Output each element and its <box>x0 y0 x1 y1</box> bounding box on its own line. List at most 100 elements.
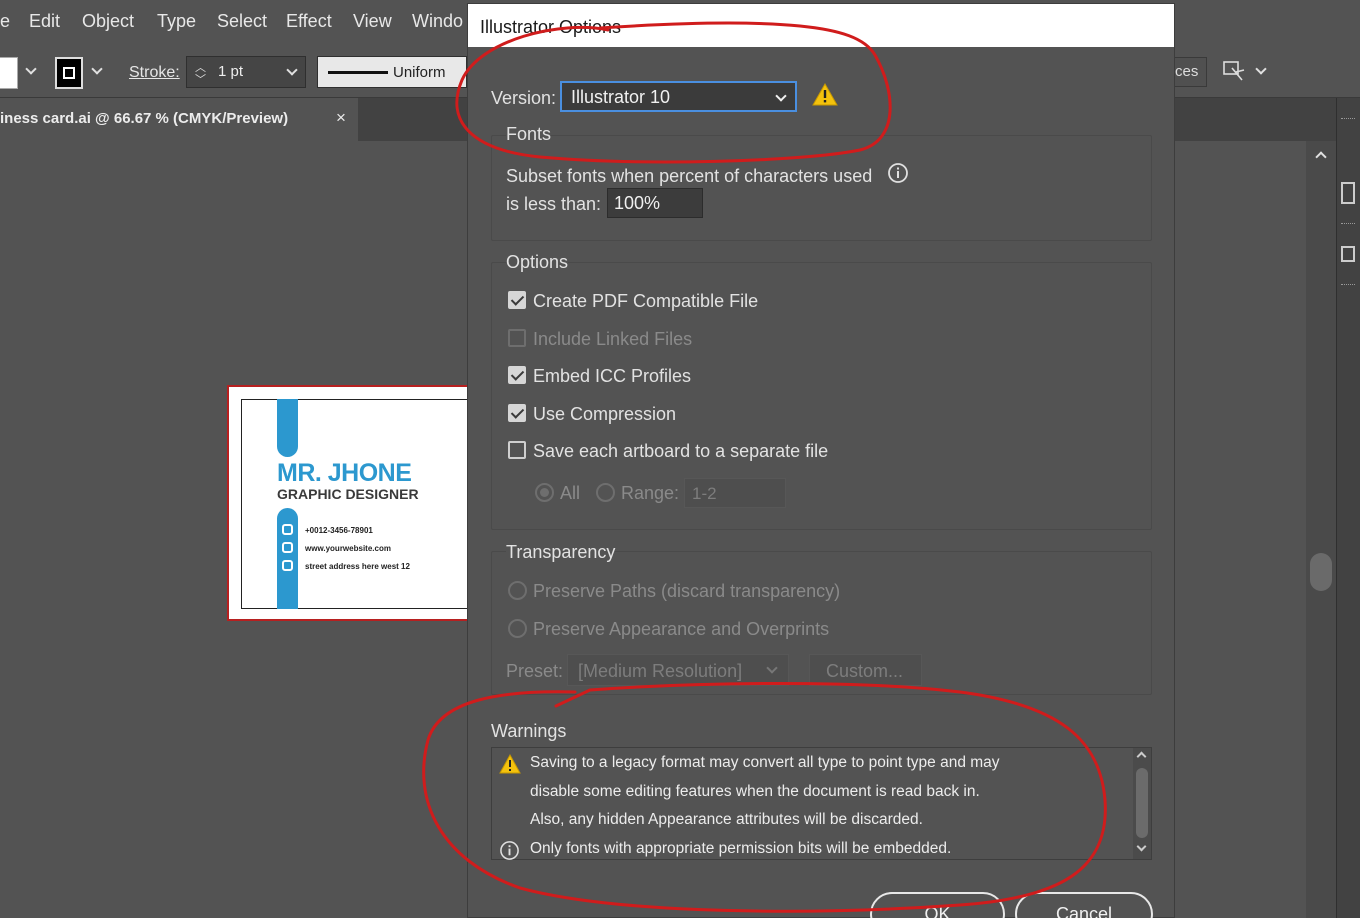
document-tab-title[interactable]: iness card.ai @ 66.67 % (CMYK/Preview) <box>0 110 288 127</box>
custom-button: Custom... <box>809 654 922 686</box>
preserve-paths-radio <box>508 581 527 600</box>
transform-icon[interactable] <box>1222 58 1248 84</box>
card-accent-bar-top <box>277 399 298 457</box>
subset-percent-field[interactable]: 100% <box>607 188 703 218</box>
warning-line-2: disable some editing features when the d… <box>530 783 980 800</box>
stroke-down-icon[interactable]: ﹀ <box>195 71 206 87</box>
include-linked-label: Include Linked Files <box>533 329 693 349</box>
menu-item-edit[interactable]: Edit <box>29 11 60 32</box>
use-compression-checkbox[interactable] <box>508 404 526 422</box>
warnings-title: Warnings <box>491 721 567 741</box>
warnings-scroll-up-icon[interactable] <box>1136 751 1147 762</box>
warnings-scrollbar[interactable] <box>1133 748 1151 859</box>
use-compression-label[interactable]: Use Compression <box>533 404 676 425</box>
stroke-swatch[interactable] <box>55 57 83 89</box>
artboard-all-label: All <box>560 483 581 503</box>
warning-line-3: Also, any hidden Appearance attributes w… <box>530 811 923 828</box>
transform-dropdown-icon[interactable] <box>1255 63 1267 75</box>
location-icon <box>282 560 293 571</box>
business-card: MR. JHONE GRAPHIC DESIGNER +0012-3456-78… <box>241 399 481 609</box>
include-linked-checkbox <box>508 329 526 347</box>
card-name: MR. JHONE <box>277 459 412 487</box>
preset-select: [Medium Resolution] <box>567 654 789 686</box>
menu-item-window[interactable]: Windo <box>412 11 463 32</box>
ok-button[interactable]: OK <box>870 892 1005 918</box>
info-small-icon <box>500 841 519 860</box>
panel-grip-icon-2[interactable] <box>1341 223 1355 225</box>
stroke-weight-value[interactable]: 1 pt <box>218 63 243 80</box>
preserve-paths-label: Preserve Paths (discard transparency) <box>533 581 841 601</box>
version-dropdown-icon[interactable] <box>775 90 787 102</box>
subset-percent-value: 100% <box>614 193 661 213</box>
artboard-range-field: 1-2 <box>684 478 786 508</box>
warnings-scroll-down-icon[interactable] <box>1136 841 1147 852</box>
stroke-profile-select[interactable]: Uniform <box>317 56 467 88</box>
menu-item-file[interactable]: e <box>0 11 10 32</box>
right-panel-dock <box>1336 98 1360 918</box>
create-pdf-label[interactable]: Create PDF Compatible File <box>533 291 758 312</box>
artboard-range-label: Range: <box>621 483 680 503</box>
warning-icon <box>812 83 838 106</box>
cancel-button-label: Cancel <box>1055 904 1113 918</box>
panel-icon-1[interactable] <box>1341 182 1355 204</box>
preset-dropdown-icon <box>766 662 778 674</box>
vertical-scrollbar[interactable] <box>1306 141 1336 918</box>
dialog-titlebar[interactable]: Illustrator Options <box>468 4 1174 47</box>
panel-icon-2[interactable] <box>1341 246 1355 262</box>
cancel-button[interactable]: Cancel <box>1015 892 1153 918</box>
card-phone: +0012-3456-78901 <box>305 526 373 535</box>
artboard-range-radio <box>596 483 615 502</box>
scroll-thumb[interactable] <box>1310 553 1332 591</box>
fonts-group <box>491 135 1152 241</box>
stroke-swatch-inner-icon <box>63 67 75 79</box>
stroke-label[interactable]: Stroke: <box>129 64 180 82</box>
info-icon[interactable] <box>887 162 909 184</box>
subset-less-than-label: is less than: <box>506 194 602 214</box>
version-select[interactable]: Illustrator 10 <box>560 81 797 112</box>
fill-dropdown-icon[interactable] <box>25 63 37 75</box>
fonts-group-title: Fonts <box>506 124 552 145</box>
warnings-list[interactable]: Saving to a legacy format may convert al… <box>491 747 1152 860</box>
preserve-appearance-label: Preserve Appearance and Overprints <box>533 619 830 639</box>
artboard-all-radio <box>535 483 554 502</box>
save-each-artboard-label[interactable]: Save each artboard to a separate file <box>533 441 828 462</box>
warning-line-4: Only fonts with appropriate permission b… <box>530 840 952 857</box>
menu-item-object[interactable]: Object <box>82 11 134 32</box>
panel-grip-icon[interactable] <box>1341 118 1355 120</box>
menu-item-select[interactable]: Select <box>217 11 267 32</box>
warnings-scroll-thumb[interactable] <box>1136 768 1148 838</box>
menu-item-view[interactable]: View <box>353 11 392 32</box>
warning-line-1: Saving to a legacy format may convert al… <box>530 754 1000 771</box>
embed-icc-checkbox[interactable] <box>508 366 526 384</box>
artboard-range-value: 1-2 <box>692 484 717 503</box>
dialog-title: Illustrator Options <box>480 17 622 37</box>
web-icon <box>282 542 293 553</box>
create-pdf-checkbox[interactable] <box>508 291 526 309</box>
preserve-appearance-radio <box>508 619 527 638</box>
illustrator-options-dialog: Illustrator Options Version: Illustrator… <box>467 3 1175 918</box>
document-tab[interactable]: iness card.ai @ 66.67 % (CMYK/Preview) × <box>0 98 358 141</box>
warning-small-icon <box>499 754 521 774</box>
artboard[interactable]: MR. JHONE GRAPHIC DESIGNER +0012-3456-78… <box>227 385 487 621</box>
save-each-artboard-checkbox[interactable] <box>508 441 526 459</box>
card-website: www.yourwebsite.com <box>305 544 391 553</box>
menu-item-effect[interactable]: Effect <box>286 11 332 32</box>
fill-swatch[interactable] <box>0 57 18 89</box>
scroll-up-icon[interactable] <box>1315 151 1327 163</box>
stroke-swatch-dropdown-icon[interactable] <box>91 63 103 75</box>
stroke-weight-field[interactable]: ︿ ﹀ 1 pt <box>186 56 306 88</box>
transparency-group-title: Transparency <box>506 542 616 563</box>
embed-icc-label[interactable]: Embed ICC Profiles <box>533 366 691 387</box>
stroke-profile-value: Uniform <box>393 64 446 81</box>
custom-button-label: Custom... <box>826 661 904 681</box>
version-value: Illustrator 10 <box>571 87 671 107</box>
preset-value: [Medium Resolution] <box>578 661 743 681</box>
close-tab-icon[interactable]: × <box>336 108 346 128</box>
card-role: GRAPHIC DESIGNER <box>277 486 419 502</box>
phone-icon <box>282 524 293 535</box>
panel-grip-icon-3[interactable] <box>1341 284 1355 286</box>
stroke-weight-dropdown-icon[interactable] <box>286 64 298 76</box>
options-group-title: Options <box>506 252 569 273</box>
menu-item-type[interactable]: Type <box>157 11 196 32</box>
ok-button-label: OK <box>924 904 951 918</box>
